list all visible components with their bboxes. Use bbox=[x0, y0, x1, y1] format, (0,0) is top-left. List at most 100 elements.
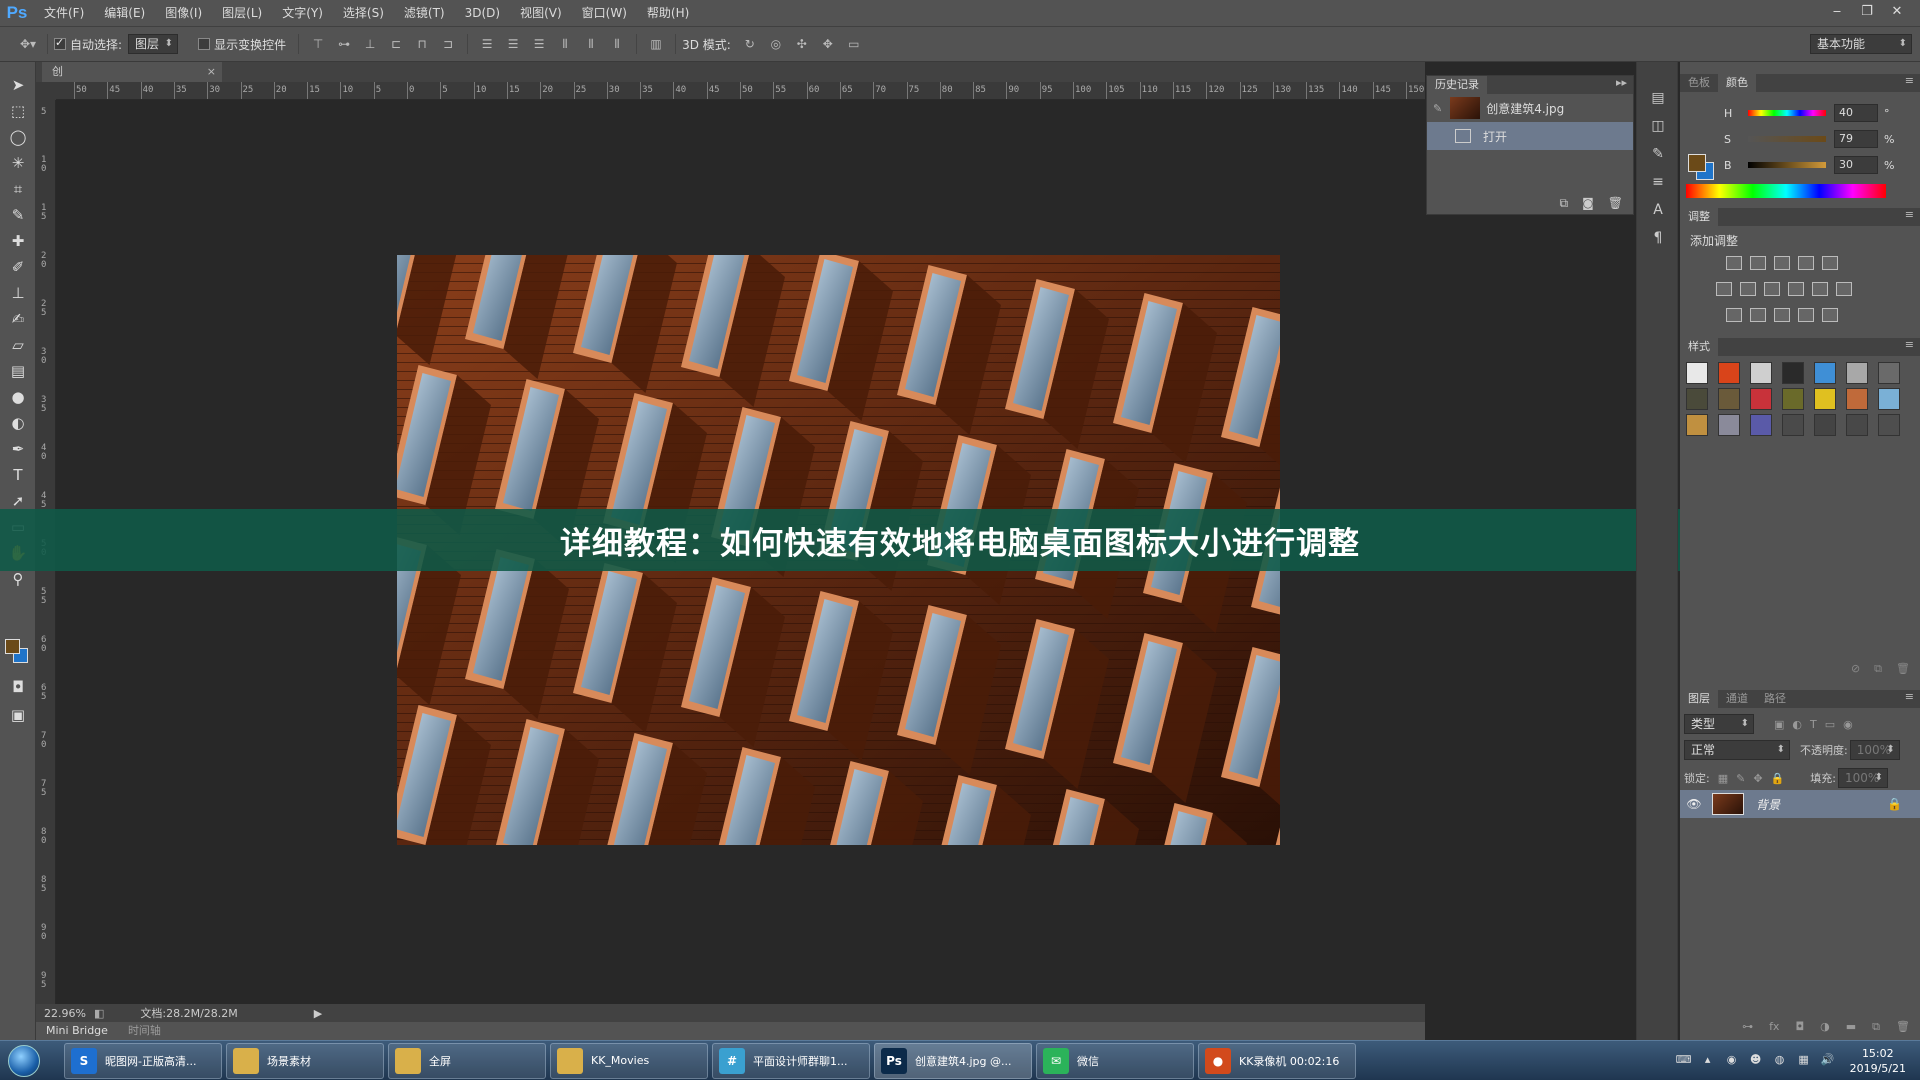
pen-tool-icon[interactable]: ✒ bbox=[0, 436, 36, 462]
style-swatch[interactable] bbox=[1814, 388, 1836, 410]
network-app-icon[interactable]: ◉ bbox=[1724, 1053, 1740, 1069]
menu-edit[interactable]: 编辑(E) bbox=[94, 0, 155, 26]
style-swatch[interactable] bbox=[1750, 414, 1772, 436]
tab-styles[interactable]: 样式 bbox=[1680, 338, 1718, 356]
hue-saturation-icon[interactable] bbox=[1716, 282, 1732, 296]
taskbar-button[interactable]: Ps 创意建筑4.jpg @... bbox=[874, 1042, 1032, 1079]
menu-select[interactable]: 选择(S) bbox=[333, 0, 394, 26]
taskbar-button[interactable]: 场景素材 bbox=[226, 1042, 384, 1079]
add-mask-icon[interactable]: ◘ bbox=[1795, 1020, 1804, 1034]
3d-slide-icon[interactable]: ✥ bbox=[818, 34, 838, 54]
menu-help[interactable]: 帮助(H) bbox=[637, 0, 699, 26]
move-tool-icon[interactable]: ➤ bbox=[0, 72, 36, 98]
style-swatch[interactable] bbox=[1782, 362, 1804, 384]
tab-color[interactable]: 颜色 bbox=[1718, 74, 1756, 92]
3d-roll-icon[interactable]: ◎ bbox=[766, 34, 786, 54]
brightness-slider[interactable] bbox=[1748, 162, 1826, 168]
auto-align-icon[interactable]: ▥ bbox=[646, 34, 666, 54]
close-button[interactable]: ✕ bbox=[1882, 4, 1912, 19]
style-swatch[interactable] bbox=[1686, 414, 1708, 436]
link-layers-icon[interactable]: ⊶ bbox=[1742, 1020, 1753, 1034]
style-swatch[interactable] bbox=[1878, 362, 1900, 384]
color-foreground-swatch[interactable] bbox=[1688, 154, 1706, 172]
keyboard-icon[interactable]: ⌨ bbox=[1676, 1053, 1692, 1069]
visibility-eye-icon[interactable]: 👁 bbox=[1680, 797, 1708, 811]
align-hcenter-icon[interactable]: ⊓ bbox=[412, 34, 432, 54]
tab-history[interactable]: 历史记录 bbox=[1427, 76, 1487, 94]
brightness-contrast-icon[interactable] bbox=[1726, 256, 1742, 270]
move-tool-icon[interactable]: ✥▾ bbox=[18, 34, 38, 54]
style-swatch[interactable] bbox=[1814, 414, 1836, 436]
quick-mask-icon[interactable]: ◘ bbox=[0, 674, 36, 700]
align-bottom-icon[interactable]: ⊥ bbox=[360, 34, 380, 54]
align-left-icon[interactable]: ⊏ bbox=[386, 34, 406, 54]
brush-tool-icon[interactable]: ✐ bbox=[0, 254, 36, 280]
type-tool-icon[interactable]: T bbox=[0, 462, 36, 488]
zoom-level[interactable]: 22.96% bbox=[44, 1007, 90, 1020]
minimize-button[interactable]: ‒ bbox=[1822, 4, 1852, 19]
curves-icon[interactable] bbox=[1774, 256, 1790, 270]
3d-drag-icon[interactable]: ✣ bbox=[792, 34, 812, 54]
color-lookup-icon[interactable] bbox=[1836, 282, 1852, 296]
eyedropper-tool-icon[interactable]: ✎ bbox=[0, 202, 36, 228]
new-document-from-state-icon[interactable]: ⧉ bbox=[1560, 196, 1569, 211]
saturation-value[interactable]: 79 bbox=[1834, 130, 1878, 148]
panel-menu-icon[interactable]: ▸▸ bbox=[1616, 76, 1627, 89]
panel-menu-icon[interactable]: ≡ bbox=[1905, 208, 1914, 221]
restore-button[interactable]: ❐ bbox=[1852, 4, 1882, 19]
distribute-hcenter-icon[interactable]: ⫴ bbox=[581, 34, 601, 54]
brush-presets-icon[interactable]: ≡ bbox=[1637, 168, 1679, 196]
style-swatch[interactable] bbox=[1814, 362, 1836, 384]
3d-rotate-icon[interactable]: ↻ bbox=[740, 34, 760, 54]
invert-icon[interactable] bbox=[1726, 308, 1742, 322]
taskbar-button[interactable]: # 平面设计师群聊1... bbox=[712, 1042, 870, 1079]
menu-view[interactable]: 视图(V) bbox=[510, 0, 572, 26]
healing-tool-icon[interactable]: ✚ bbox=[0, 228, 36, 254]
tab-mini-bridge[interactable]: Mini Bridge bbox=[36, 1022, 118, 1040]
posterize-icon[interactable] bbox=[1750, 308, 1766, 322]
distribute-vcenter-icon[interactable]: ☰ bbox=[503, 34, 523, 54]
blur-tool-icon[interactable]: ● bbox=[0, 384, 36, 410]
auto-select-checkbox[interactable] bbox=[54, 36, 66, 50]
exposure-icon[interactable] bbox=[1798, 256, 1814, 270]
history-brush-tool-icon[interactable]: ✍ bbox=[0, 306, 36, 332]
hue-slider[interactable] bbox=[1748, 110, 1826, 116]
style-swatch[interactable] bbox=[1878, 388, 1900, 410]
layer-filter-dropdown[interactable]: 类型 bbox=[1684, 714, 1754, 734]
distribute-left-icon[interactable]: ⫴ bbox=[555, 34, 575, 54]
distribute-bottom-icon[interactable]: ☰ bbox=[529, 34, 549, 54]
status-info-icon[interactable]: ◧ bbox=[94, 1007, 104, 1020]
channel-mixer-icon[interactable] bbox=[1812, 282, 1828, 296]
blend-mode-dropdown[interactable]: 正常 bbox=[1684, 740, 1790, 760]
history-panel-icon[interactable]: ▤ bbox=[1637, 84, 1679, 112]
layer-filter-icons[interactable]: ▣◐T▭◉ bbox=[1774, 718, 1861, 731]
taskbar-button[interactable]: ✉ 微信 bbox=[1036, 1042, 1194, 1079]
lock-icons[interactable]: ▦✎✥🔒 bbox=[1718, 772, 1793, 785]
style-swatch[interactable] bbox=[1782, 414, 1804, 436]
threshold-icon[interactable] bbox=[1774, 308, 1790, 322]
saturation-slider[interactable] bbox=[1748, 136, 1826, 142]
panel-menu-icon[interactable]: ≡ bbox=[1905, 690, 1914, 703]
taskbar-button[interactable]: ● KK录像机 00:02:16 bbox=[1198, 1042, 1356, 1079]
start-button[interactable] bbox=[0, 1041, 48, 1080]
color-spectrum-bar[interactable] bbox=[1686, 184, 1886, 198]
menu-filter[interactable]: 滤镜(T) bbox=[394, 0, 455, 26]
history-brush-source-icon[interactable]: ✎ bbox=[1433, 102, 1442, 115]
show-hidden-icons-icon[interactable]: ▴ bbox=[1700, 1053, 1716, 1069]
history-snapshot[interactable]: ✎ 创意建筑4.jpg bbox=[1427, 94, 1633, 122]
character-panel-icon[interactable]: A bbox=[1637, 196, 1679, 224]
qq-icon[interactable]: ☻ bbox=[1748, 1053, 1764, 1069]
close-icon[interactable]: × bbox=[207, 62, 216, 82]
menu-layer[interactable]: 图层(L) bbox=[212, 0, 272, 26]
workspace-dropdown[interactable]: 基本功能 bbox=[1810, 34, 1912, 54]
menu-type[interactable]: 文字(Y) bbox=[272, 0, 333, 26]
selective-color-icon[interactable] bbox=[1798, 308, 1814, 322]
align-right-icon[interactable]: ⊐ bbox=[438, 34, 458, 54]
levels-icon[interactable] bbox=[1750, 256, 1766, 270]
style-swatch[interactable] bbox=[1718, 388, 1740, 410]
eraser-tool-icon[interactable]: ▱ bbox=[0, 332, 36, 358]
clear-style-icon[interactable]: ⊘ bbox=[1851, 662, 1860, 676]
new-adjustment-layer-icon[interactable]: ◑ bbox=[1820, 1020, 1830, 1034]
layer-row-background[interactable]: 👁 背景 🔒 bbox=[1680, 790, 1920, 818]
photo-filter-icon[interactable] bbox=[1788, 282, 1804, 296]
